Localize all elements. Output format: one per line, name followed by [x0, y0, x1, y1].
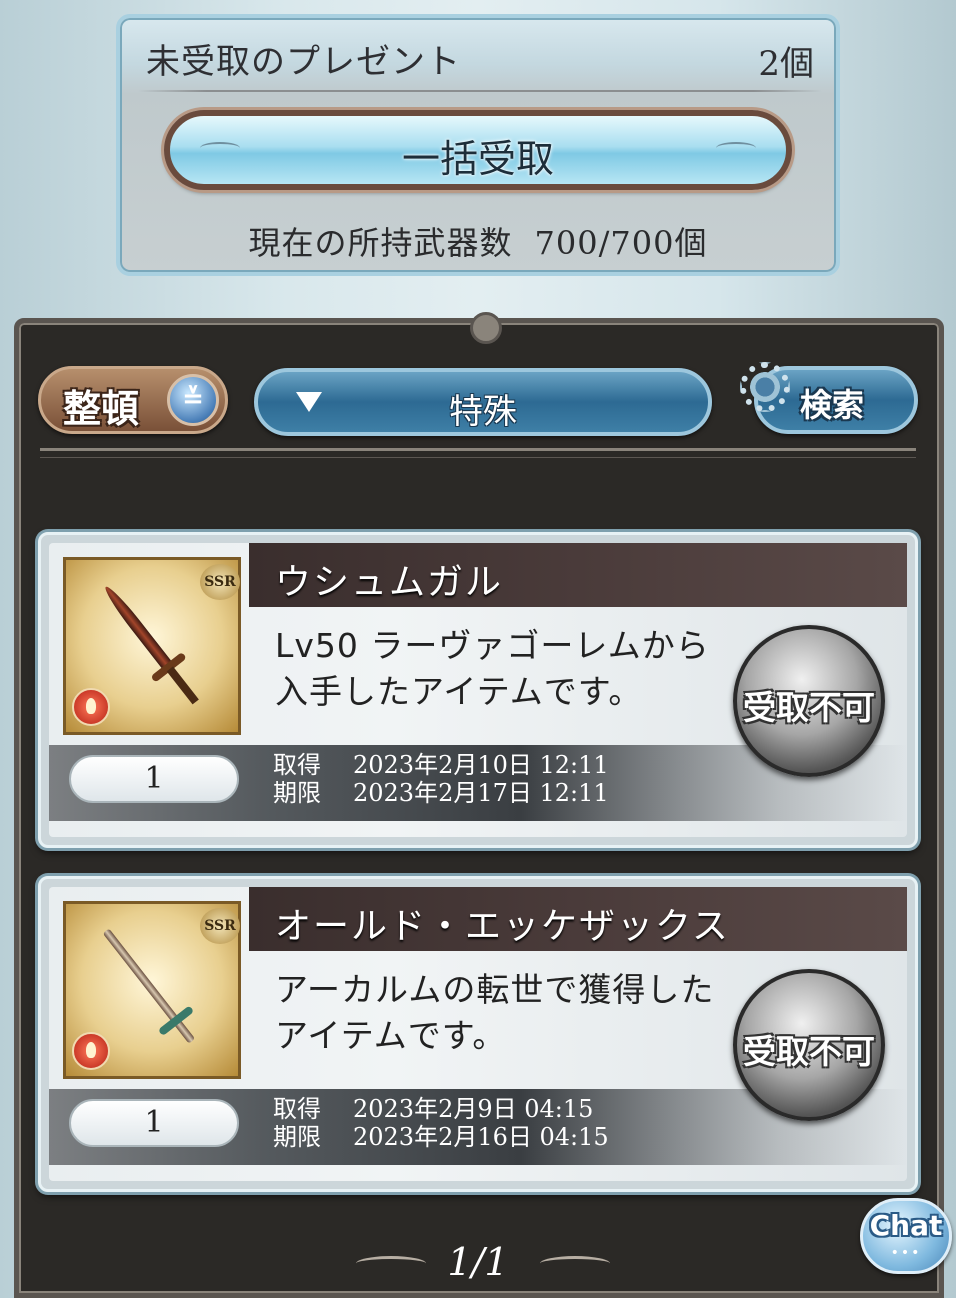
item-quantity: 1 — [69, 1099, 239, 1147]
chat-dots-icon: ••• — [890, 1245, 922, 1261]
acquired-date: 2023年2月9日 04:15 — [353, 1095, 594, 1123]
acquired-label: 取得 — [273, 751, 321, 779]
acquired-label: 取得 — [273, 1095, 321, 1123]
expires-label: 期限 — [273, 1123, 321, 1151]
filter-dropdown[interactable]: 特殊 — [254, 368, 712, 436]
card-inner: オールド・エッケザックス SSR アーカルムの転世で獲得したアイテムです。 1 … — [49, 887, 907, 1181]
weapon-count-line: 現在の所持武器数 700/700個 — [120, 218, 836, 264]
staff-icon — [100, 926, 205, 1054]
item-thumbnail[interactable]: SSR — [63, 901, 241, 1079]
item-name-bar: ウシュムガル — [249, 543, 907, 607]
item-name: ウシュムガル — [275, 562, 504, 603]
fire-element-icon — [72, 1032, 110, 1070]
search-label: 検索 — [800, 386, 865, 424]
acquired-date: 2023年2月10日 12:11 — [353, 751, 609, 779]
item-name: オールド・エッケザックス — [275, 906, 730, 947]
expires-date: 2023年2月17日 12:11 — [353, 779, 609, 807]
weapon-count-label: 現在の所持武器数 — [248, 224, 513, 262]
present-header: 未受取のプレゼント 2個 — [120, 18, 836, 88]
gear-icon — [740, 362, 790, 412]
expires-date: 2023年2月16日 04:15 — [353, 1123, 609, 1151]
present-title: 未受取のプレゼント — [146, 42, 461, 82]
expires-label: 期限 — [273, 779, 321, 807]
claim-label: 受取不可 — [743, 688, 875, 727]
card-inner: ウシュムガル SSR Lv50 ラーヴァゴーレムから入手したアイテムです。 1 … — [49, 543, 907, 837]
sort-label: 整頓 — [63, 387, 140, 431]
present-item-card: ウシュムガル SSR Lv50 ラーヴァゴーレムから入手したアイテムです。 1 … — [38, 532, 918, 848]
fire-element-icon — [72, 688, 110, 726]
item-thumbnail[interactable]: SSR — [63, 557, 241, 735]
item-description: アーカルムの転世で獲得したアイテムです。 — [275, 970, 715, 1055]
chat-label: Chat — [869, 1209, 943, 1242]
search-button[interactable]: 検索 — [740, 362, 918, 438]
filter-label: 特殊 — [449, 392, 517, 432]
ssr-rarity-icon: SSR — [200, 564, 240, 600]
bulk-receive-label: 一括受取 — [401, 137, 554, 181]
chat-button[interactable]: Chat ••• — [860, 1198, 952, 1274]
item-dates: 取得 2023年2月10日 12:11 期限 2023年2月17日 12:11 — [273, 751, 609, 807]
sort-button[interactable]: 整頓 ≚ — [38, 366, 228, 434]
present-count: 2個 — [758, 44, 814, 84]
ssr-rarity-icon: SSR — [200, 908, 240, 944]
weapon-count-value: 700/700個 — [534, 224, 708, 262]
present-panel: 未受取のプレゼント 2個 一括受取 現在の所持武器数 700/700個 — [116, 14, 840, 276]
pager-next-ornament-icon — [540, 1256, 610, 1271]
item-description: Lv50 ラーヴァゴーレムから入手したアイテムです。 — [275, 626, 710, 711]
present-item-card: オールド・エッケザックス SSR アーカルムの転世で獲得したアイテムです。 1 … — [38, 876, 918, 1192]
item-quantity: 1 — [69, 755, 239, 803]
toolbar-divider — [40, 448, 916, 458]
page-indicator: 1/1 — [447, 1240, 509, 1284]
sword-icon — [100, 582, 205, 710]
claim-button-disabled[interactable]: 受取不可 — [733, 969, 885, 1121]
claim-button-disabled[interactable]: 受取不可 — [733, 625, 885, 777]
bulk-receive-button[interactable]: 一括受取 — [164, 110, 792, 190]
ornament-right-icon — [716, 142, 756, 154]
divider — [138, 90, 822, 92]
panel-ornament-icon — [470, 312, 502, 344]
claim-label: 受取不可 — [743, 1032, 875, 1071]
item-name-bar: オールド・エッケザックス — [249, 887, 907, 951]
item-dates: 取得 2023年2月9日 04:15 期限 2023年2月16日 04:15 — [273, 1095, 609, 1151]
sort-chevrons-icon: ≚ — [167, 374, 219, 426]
